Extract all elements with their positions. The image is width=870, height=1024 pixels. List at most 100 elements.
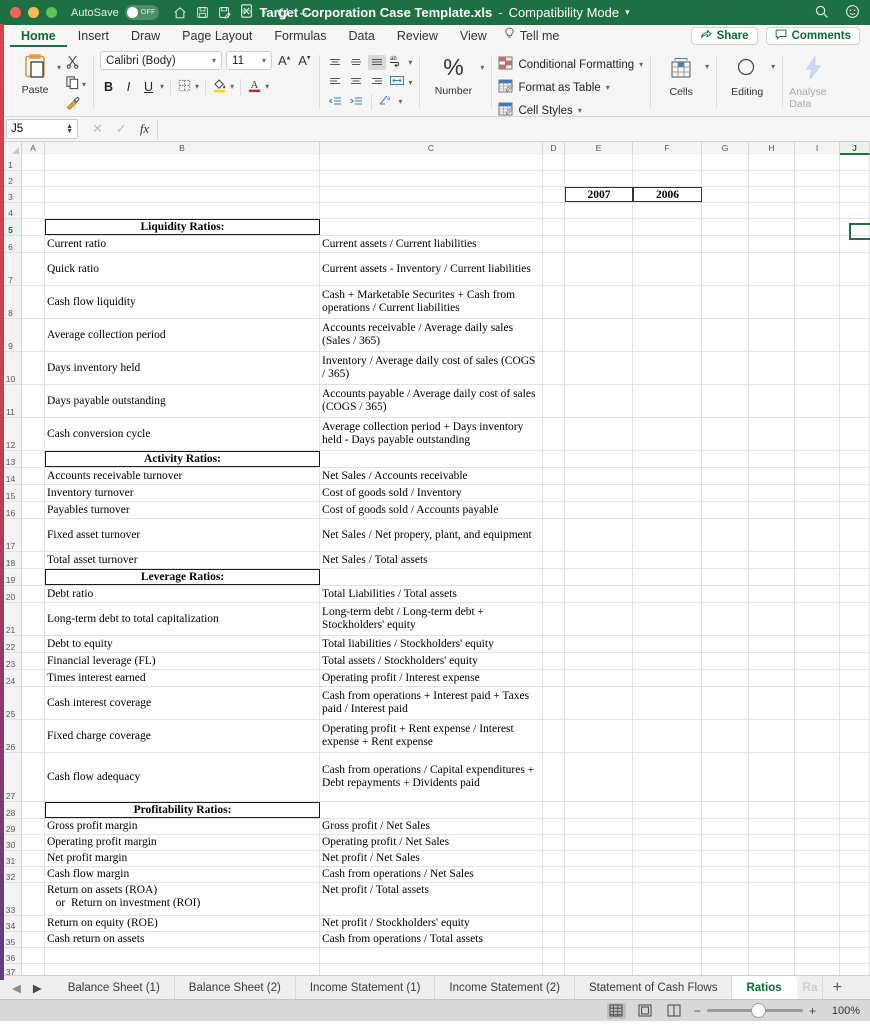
cell-J7[interactable] — [840, 253, 870, 285]
cell-I3[interactable] — [795, 187, 840, 202]
cell-F28[interactable] — [633, 802, 702, 818]
cell-H27[interactable] — [749, 753, 795, 801]
cell-C29[interactable]: Gross profit / Net Sales — [320, 819, 543, 834]
cell-G29[interactable] — [702, 819, 749, 834]
cell-G34[interactable] — [702, 916, 749, 931]
cell-D13[interactable] — [543, 451, 565, 467]
cell-B31[interactable]: Net profit margin — [45, 851, 320, 866]
cell-I6[interactable] — [795, 236, 840, 252]
cell-J29[interactable] — [840, 819, 870, 834]
cell-A2[interactable] — [22, 171, 45, 186]
cell-B20[interactable]: Debt ratio — [45, 586, 320, 602]
cell-E29[interactable] — [565, 819, 633, 834]
orientation-icon[interactable]: a — [378, 93, 395, 110]
cell-F36[interactable] — [633, 948, 702, 963]
cell-G37[interactable] — [702, 964, 749, 975]
cell-D24[interactable] — [543, 670, 565, 686]
cell-C34[interactable]: Net profit / Stockholders' equity — [320, 916, 543, 931]
cell-C9[interactable]: Accounts receivable / Average daily sale… — [320, 319, 543, 351]
cell-A32[interactable] — [22, 867, 45, 882]
cell-E16[interactable] — [565, 502, 633, 518]
cell-H12[interactable] — [749, 418, 795, 450]
cell-F3[interactable]: 2006 — [633, 187, 702, 202]
zoom-knob[interactable] — [750, 1003, 766, 1018]
cell-G11[interactable] — [702, 385, 749, 417]
cell-C31[interactable]: Net profit / Net Sales — [320, 851, 543, 866]
cell-G2[interactable] — [702, 171, 749, 186]
cell-C23[interactable]: Total assets / Stockholders' equity — [320, 653, 543, 669]
cell-B27[interactable]: Cash flow adequacy — [45, 753, 320, 801]
cell-C2[interactable] — [320, 171, 543, 186]
cell-C33[interactable]: Net profit / Total assets — [320, 883, 543, 915]
cell-E3[interactable]: 2007 — [565, 187, 633, 202]
cell-D32[interactable] — [543, 867, 565, 882]
cell-A16[interactable] — [22, 502, 45, 518]
cell-F14[interactable] — [633, 468, 702, 484]
cell-A21[interactable] — [22, 603, 45, 635]
cell-E22[interactable] — [565, 636, 633, 652]
ribbon-tab-data[interactable]: Data — [337, 25, 385, 47]
save-as-icon[interactable] — [218, 6, 231, 19]
cell-F7[interactable] — [633, 253, 702, 285]
cell-D5[interactable] — [543, 219, 565, 235]
cell-H21[interactable] — [749, 603, 795, 635]
cell-D29[interactable] — [543, 819, 565, 834]
cell-I30[interactable] — [795, 835, 840, 850]
fill-color-icon[interactable] — [212, 77, 227, 96]
italic-button[interactable]: I — [120, 78, 137, 95]
cell-I29[interactable] — [795, 819, 840, 834]
cell-B36[interactable] — [45, 948, 320, 963]
cell-G12[interactable] — [702, 418, 749, 450]
cell-J10[interactable] — [840, 352, 870, 384]
cell-H2[interactable] — [749, 171, 795, 186]
cell-A36[interactable] — [22, 948, 45, 963]
column-header-H[interactable]: H — [749, 142, 795, 155]
cell-F20[interactable] — [633, 586, 702, 602]
cell-D22[interactable] — [543, 636, 565, 652]
cell-D16[interactable] — [543, 502, 565, 518]
cell-H25[interactable] — [749, 687, 795, 719]
merge-cells-icon[interactable] — [389, 74, 405, 90]
align-bottom-button[interactable] — [368, 55, 387, 70]
paste-caret-icon[interactable]: ▾ — [57, 63, 61, 72]
cell-D31[interactable] — [543, 851, 565, 866]
cell-G21[interactable] — [702, 603, 749, 635]
cell-A34[interactable] — [22, 916, 45, 931]
cell-A1[interactable] — [22, 155, 45, 170]
cell-D12[interactable] — [543, 418, 565, 450]
cell-I10[interactable] — [795, 352, 840, 384]
sheet-tab-income-statement-2[interactable]: Income Statement (2) — [435, 976, 575, 999]
cell-B21[interactable]: Long-term debt to total capitalization — [45, 603, 320, 635]
cell-B6[interactable]: Current ratio — [45, 236, 320, 252]
cell-J18[interactable] — [840, 552, 870, 568]
ribbon-tab-review[interactable]: Review — [386, 25, 449, 47]
cell-G33[interactable] — [702, 883, 749, 915]
cell-G31[interactable] — [702, 851, 749, 866]
sheet-tab-statement-of-cash-flows[interactable]: Statement of Cash Flows — [575, 976, 733, 999]
cell-I19[interactable] — [795, 569, 840, 585]
cell-C1[interactable] — [320, 155, 543, 170]
wrap-text-icon[interactable]: ab — [389, 54, 405, 71]
cell-J15[interactable] — [840, 485, 870, 501]
cell-D3[interactable] — [543, 187, 565, 202]
cell-C15[interactable]: Cost of goods sold / Inventory — [320, 485, 543, 501]
home-icon[interactable] — [173, 6, 187, 20]
cell-J35[interactable] — [840, 932, 870, 947]
cell-F35[interactable] — [633, 932, 702, 947]
cut-icon[interactable] — [65, 54, 86, 72]
cell-D2[interactable] — [543, 171, 565, 186]
cell-B7[interactable]: Quick ratio — [45, 253, 320, 285]
cell-G22[interactable] — [702, 636, 749, 652]
ribbon-tab-insert[interactable]: Insert — [67, 25, 120, 47]
cell-J16[interactable] — [840, 502, 870, 518]
zoom-percentage[interactable]: 100% — [826, 1005, 860, 1017]
column-header-E[interactable]: E — [565, 142, 633, 155]
cell-H31[interactable] — [749, 851, 795, 866]
cell-B26[interactable]: Fixed charge coverage — [45, 720, 320, 752]
cell-D4[interactable] — [543, 203, 565, 218]
undo-icon[interactable] — [240, 6, 254, 20]
cell-J27[interactable] — [840, 753, 870, 801]
cell-D17[interactable] — [543, 519, 565, 551]
cell-I36[interactable] — [795, 948, 840, 963]
undo-caret-icon[interactable]: ▾ — [263, 8, 267, 17]
